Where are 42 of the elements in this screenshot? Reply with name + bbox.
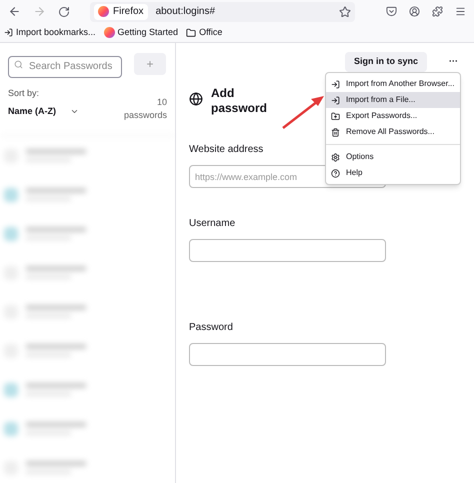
help-icon	[331, 168, 340, 178]
menu-item[interactable]: Import from a File...	[326, 92, 460, 108]
sign-in-button[interactable]: Sign in to sync	[344, 52, 427, 72]
menu-item[interactable]: Import from Another Browser...	[326, 76, 460, 92]
field-label: Username	[189, 217, 236, 231]
folder-icon	[186, 28, 196, 38]
password-count: 10	[156, 96, 167, 109]
more-button[interactable]: ···	[449, 55, 458, 69]
menu-item[interactable]: Remove All Passwords...	[326, 124, 460, 140]
url-text: about:logins#	[156, 5, 216, 19]
search-icon	[14, 60, 23, 69]
menu-item[interactable]: Options	[326, 149, 460, 165]
arrow-annotation	[280, 93, 326, 131]
input-field[interactable]	[189, 343, 386, 366]
bookmark-item[interactable]: Office	[186, 26, 222, 40]
password-count-label: passwords	[124, 109, 167, 122]
trash-icon	[331, 128, 340, 136]
sort-label: Sort by:	[8, 87, 40, 100]
menu-icon[interactable]	[455, 6, 466, 17]
bookmark-item[interactable]: Getting Started	[104, 26, 178, 40]
pocket-icon[interactable]	[386, 6, 397, 17]
folder-icon	[331, 112, 340, 120]
bookmark-item[interactable]: Import bookmarks...	[4, 26, 96, 40]
back-icon[interactable]	[8, 5, 21, 18]
menu-item[interactable]: Export Passwords...	[326, 108, 460, 124]
input-field[interactable]	[189, 239, 386, 262]
address-bar[interactable]: Firefox about:logins#	[90, 2, 355, 22]
field-label: Password	[189, 321, 234, 335]
reload-icon[interactable]	[58, 6, 70, 18]
sort-dropdown[interactable]: Name (A-Z)	[8, 104, 80, 118]
import-icon	[4, 28, 13, 37]
import-icon	[331, 80, 340, 88]
star-icon[interactable]	[339, 6, 351, 18]
extensions-icon[interactable]	[432, 6, 443, 17]
forward-icon[interactable]	[33, 5, 46, 18]
import-icon	[331, 96, 340, 104]
form-title: Add password	[211, 86, 268, 116]
search-field[interactable]: Search Passwords	[8, 56, 122, 78]
identity-label: Firefox	[113, 5, 144, 19]
globe-icon	[189, 92, 203, 106]
account-icon[interactable]	[409, 6, 420, 17]
settings-icon	[331, 152, 340, 162]
